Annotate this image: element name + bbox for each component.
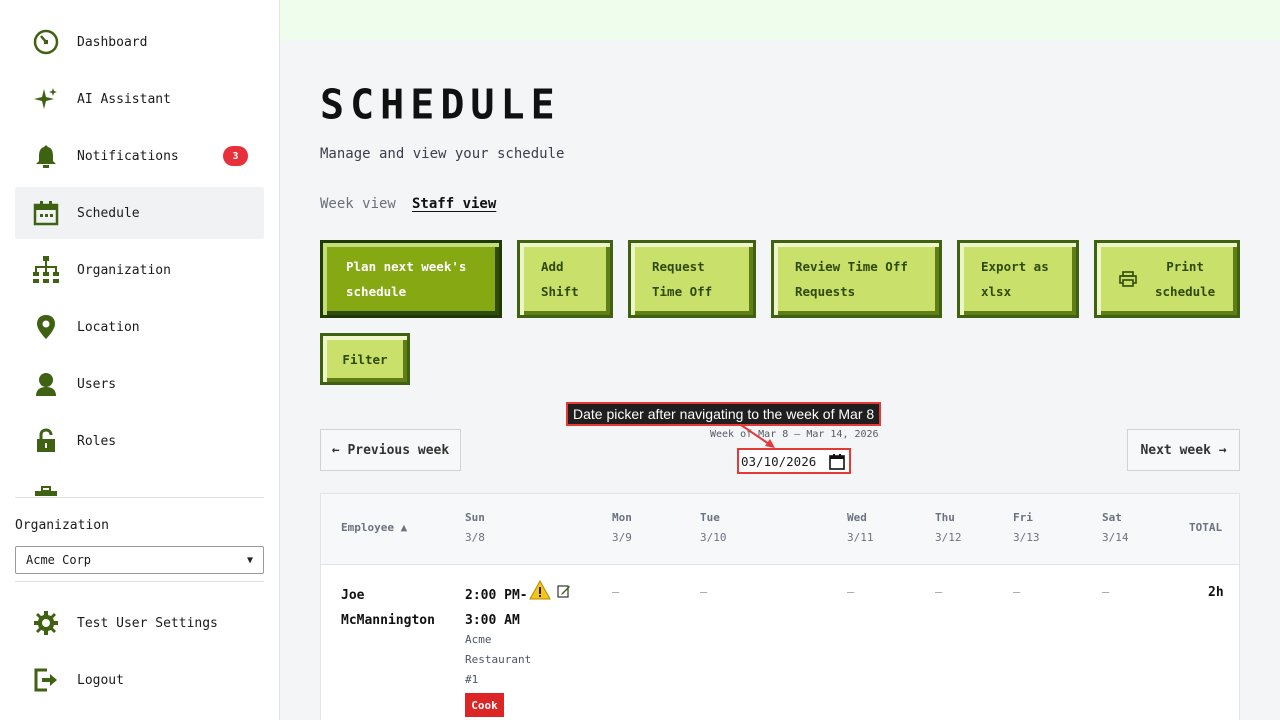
sidebar-divider: [15, 581, 264, 582]
sidebar-item-label: Dashboard: [77, 34, 148, 50]
tab-week-view[interactable]: Week view: [320, 196, 396, 212]
user-icon: [31, 369, 61, 399]
calendar-icon: [31, 198, 61, 228]
empty-shift-wed[interactable]: –: [847, 585, 854, 599]
day-header-sat: Sat: [1102, 511, 1122, 524]
day-date-sat: 3/14: [1102, 531, 1129, 544]
day-header-wed: Wed: [847, 511, 867, 524]
sidebar-item-roles[interactable]: Roles: [15, 415, 264, 467]
notification-count-badge: 3: [223, 146, 248, 166]
logout-icon: [31, 665, 61, 695]
empty-shift-fri[interactable]: –: [1013, 585, 1020, 599]
calendar-picker-icon[interactable]: [829, 454, 845, 473]
review-time-off-label: Review Time Off Requests: [795, 259, 908, 299]
top-banner: [280, 0, 1280, 40]
role-tag-cook: Cook: [465, 693, 504, 717]
total-column-header: TOTAL: [1189, 521, 1223, 534]
empty-shift-mon[interactable]: –: [612, 585, 619, 599]
sidebar-divider: [15, 497, 264, 498]
sidebar-item-label: Logout: [77, 672, 124, 688]
print-schedule-button[interactable]: Print schedule: [1094, 240, 1240, 318]
sidebar-item-label: Roles: [77, 433, 117, 449]
printer-icon: [1119, 271, 1137, 287]
organization-select[interactable]: Acme Corp ▼: [15, 546, 264, 574]
sidebar-item-organization[interactable]: Organization: [15, 244, 264, 296]
gear-icon: [31, 608, 61, 638]
sidebar-item-label: Test User Settings: [77, 615, 218, 631]
chevron-down-icon: ▼: [246, 554, 253, 566]
sidebar-item-label: Organization: [77, 262, 171, 278]
day-date-mon: 3/9: [612, 531, 632, 544]
sidebar-nav: Dashboard AI Assistant Notifications 3 S…: [15, 0, 264, 496]
sparkle-icon: [31, 84, 61, 114]
sidebar-item-label: AI Assistant: [77, 91, 171, 107]
day-header-thu: Thu: [935, 511, 955, 524]
sidebar-item-more[interactable]: [15, 472, 264, 496]
date-picker-value: 03/10/2026: [741, 453, 817, 469]
empty-shift-thu[interactable]: –: [935, 585, 942, 599]
day-date-thu: 3/12: [935, 531, 962, 544]
next-week-button[interactable]: Next week →: [1127, 429, 1240, 471]
day-header-tue: Tue: [700, 511, 720, 524]
sidebar-item-label: Users: [77, 376, 117, 392]
location-pin-icon: [31, 312, 61, 342]
day-date-wed: 3/11: [847, 531, 874, 544]
day-header-mon: Mon: [612, 511, 632, 524]
empty-shift-tue[interactable]: –: [700, 585, 707, 599]
annotation-label: Date picker after navigating to the week…: [566, 402, 882, 426]
shift-time[interactable]: 2:00 PM- 3:00 AM: [465, 583, 528, 633]
add-shift-label: Add Shift: [541, 259, 579, 299]
bell-icon: [31, 141, 61, 171]
sidebar: Dashboard AI Assistant Notifications 3 S…: [0, 0, 280, 720]
day-header-sun: Sun: [465, 511, 485, 524]
lock-icon: [31, 426, 61, 456]
employee-name: Joe McMannington: [341, 588, 435, 628]
sidebar-item-location[interactable]: Location: [15, 301, 264, 353]
sidebar-item-schedule[interactable]: Schedule: [15, 187, 264, 239]
day-date-sun: 3/8: [465, 531, 485, 544]
sidebar-item-label: Location: [77, 319, 140, 335]
shift-location: Acme Restaurant #1: [465, 633, 532, 686]
request-time-off-label: Request Time Off: [652, 259, 713, 299]
tab-staff-view[interactable]: Staff view: [412, 196, 496, 212]
sidebar-item-notifications[interactable]: Notifications 3: [15, 130, 264, 182]
edit-shift-icon[interactable]: [557, 583, 571, 602]
page-subtitle: Manage and view your schedule: [320, 146, 565, 162]
briefcase-icon: [31, 483, 61, 496]
sidebar-item-dashboard[interactable]: Dashboard: [15, 16, 264, 68]
employee-column-header[interactable]: Employee ▲: [341, 518, 407, 538]
plan-next-week-label: Plan next week's schedule: [346, 259, 467, 299]
export-xlsx-label: Export as xlsx: [981, 259, 1049, 299]
day-header-fri: Fri: [1013, 511, 1033, 524]
sidebar-item-logout[interactable]: Logout: [15, 654, 264, 706]
print-schedule-label: Print schedule: [1155, 259, 1216, 299]
day-date-tue: 3/10: [700, 531, 727, 544]
previous-week-button[interactable]: ← Previous week: [320, 429, 461, 471]
organization-label: Organization: [15, 518, 109, 533]
sidebar-item-settings[interactable]: Test User Settings: [15, 597, 264, 649]
filter-label: Filter: [342, 351, 388, 367]
dashboard-icon: [31, 27, 61, 57]
add-shift-button[interactable]: Add Shift: [517, 240, 613, 318]
plan-next-week-button[interactable]: Plan next week's schedule: [320, 240, 502, 318]
day-date-fri: 3/13: [1013, 531, 1040, 544]
export-xlsx-button[interactable]: Export as xlsx: [957, 240, 1079, 318]
sidebar-item-users[interactable]: Users: [15, 358, 264, 410]
annotation-arrow: [740, 424, 775, 448]
request-time-off-button[interactable]: Request Time Off: [628, 240, 756, 318]
total-hours: 2h: [1208, 585, 1224, 600]
sidebar-item-label: Schedule: [77, 205, 140, 221]
page-title: SCHEDULE: [320, 81, 561, 129]
review-time-off-button[interactable]: Review Time Off Requests: [771, 240, 942, 318]
organization-select-value: Acme Corp: [26, 553, 92, 567]
sidebar-item-label: Notifications: [77, 148, 179, 164]
org-chart-icon: [31, 255, 61, 285]
filter-button[interactable]: Filter: [320, 333, 410, 385]
warning-icon: [529, 579, 551, 604]
empty-shift-sat[interactable]: –: [1102, 585, 1109, 599]
sidebar-item-ai-assistant[interactable]: AI Assistant: [15, 73, 264, 125]
